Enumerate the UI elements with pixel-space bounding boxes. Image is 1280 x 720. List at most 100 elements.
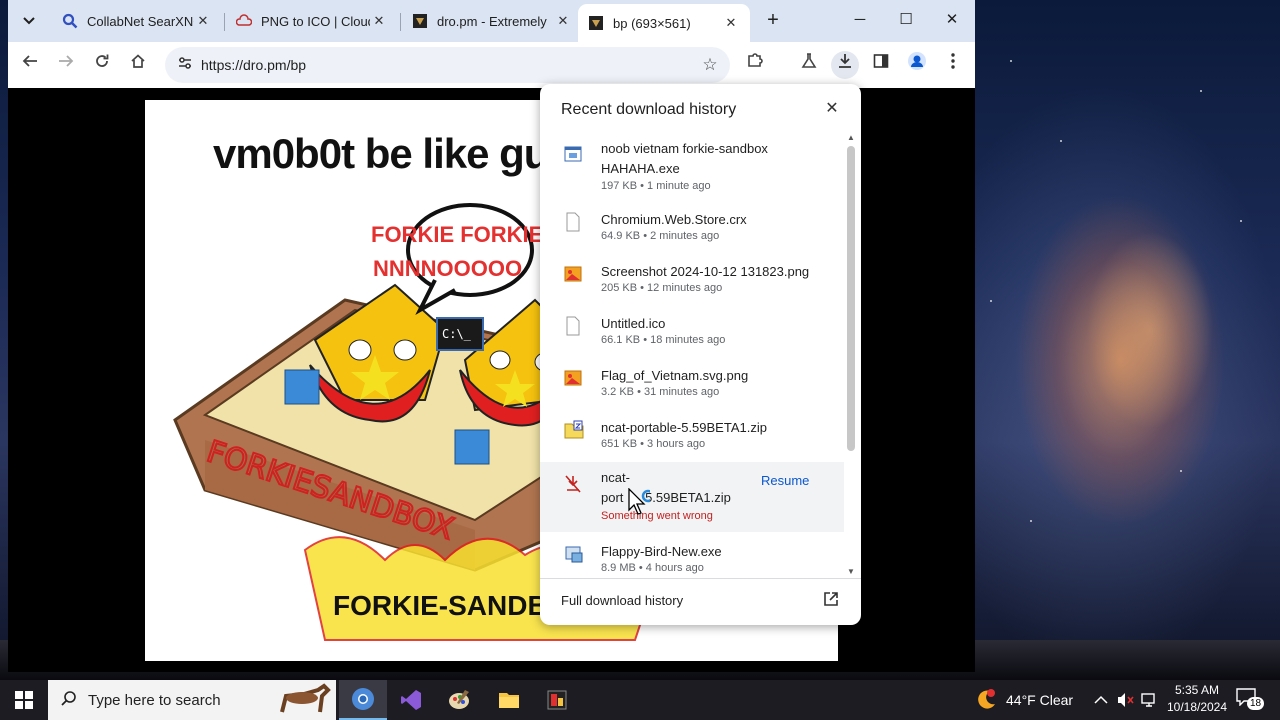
download-meta: 205 KB • 12 minutes ago <box>601 282 723 294</box>
download-meta: 64.9 KB • 2 minutes ago <box>601 230 720 242</box>
download-item[interactable]: Flag_of_Vietnam.svg.png 3.2 KB • 31 minu… <box>540 360 844 408</box>
taskbar-chrome[interactable] <box>339 680 387 720</box>
url-text[interactable]: https://dro.pm/bp <box>201 57 306 73</box>
full-history-label: Full download history <box>561 593 684 608</box>
visual-studio-icon <box>401 690 421 710</box>
flask-icon <box>801 53 817 68</box>
file-icon <box>566 316 580 336</box>
close-icon[interactable]: ✕ <box>821 98 843 120</box>
download-item[interactable]: Untitled.ico 66.1 KB • 18 minutes ago <box>540 308 844 356</box>
setup-exe-icon <box>565 546 583 563</box>
download-item[interactable]: noob vietnam forkie-sandbox HAHAHA.exe 1… <box>540 132 844 192</box>
volume-muted-icon[interactable] <box>1117 680 1135 720</box>
chevron-down-icon <box>23 17 35 25</box>
labs-button[interactable] <box>795 51 823 79</box>
tab-title: bp (693×561) <box>613 15 691 31</box>
minimize-button[interactable]: ─ <box>837 0 883 40</box>
exe-icon <box>564 146 582 162</box>
start-button[interactable] <box>0 680 48 720</box>
paint-icon <box>449 690 469 709</box>
taskbar-search[interactable]: Type here to search <box>48 680 336 720</box>
download-item[interactable]: Flappy-Bird-New.exe 8.9 MB • 4 hours ago <box>540 536 844 578</box>
taskbar-paint[interactable] <box>435 680 483 720</box>
download-filename: Screenshot 2024-10-12 131823.png <box>601 264 810 279</box>
address-bar[interactable]: https://dro.pm/bp ☆ <box>165 47 730 83</box>
full-history-link[interactable]: Full download history <box>540 578 861 625</box>
download-item[interactable]: Screenshot 2024-10-12 131823.png 205 KB … <box>540 256 844 304</box>
tab-title: dro.pm - Extremely <box>437 13 547 29</box>
weather-widget[interactable]: 44°F Clear <box>974 680 1073 720</box>
scrollbar[interactable]: ▲ ▼ <box>845 132 857 578</box>
close-icon[interactable]: ✕ <box>370 13 388 29</box>
home-button[interactable] <box>124 51 152 79</box>
reload-icon <box>96 54 109 67</box>
downloads-button[interactable] <box>831 51 859 79</box>
failed-download-icon <box>565 475 581 493</box>
reload-button[interactable] <box>88 51 116 79</box>
browser-window: CollabNet SearXNG ✕ PNG to ICO | Cloud ✕… <box>8 0 975 672</box>
profile-button[interactable] <box>903 51 931 79</box>
notification-center-button[interactable]: 18 <box>1236 688 1265 712</box>
download-item-failed[interactable]: ncat-port 5.59BETA1.zip Something went w… <box>540 462 844 532</box>
puzzle-icon <box>748 53 763 67</box>
chevron-up-icon <box>1094 695 1108 704</box>
close-icon[interactable]: ✕ <box>722 15 740 31</box>
scrollbar-thumb[interactable] <box>847 146 855 451</box>
weather-text: 44°F Clear <box>1006 692 1074 708</box>
meme-red-text-1: FORKIE FORKIE <box>371 222 544 247</box>
resume-button[interactable]: Resume <box>761 473 809 488</box>
menu-button[interactable] <box>939 51 967 79</box>
new-tab-button[interactable]: + <box>760 8 786 34</box>
download-filename: Flappy-Bird-New.exe <box>601 544 722 559</box>
download-meta: 651 KB • 3 hours ago <box>601 438 706 450</box>
avatar <box>908 52 926 70</box>
scroll-down-icon[interactable]: ▼ <box>845 566 857 578</box>
dro-icon <box>412 13 428 29</box>
cloud-icon <box>236 13 252 29</box>
tab-bp-image[interactable]: bp (693×561) ✕ <box>578 4 750 42</box>
image-icon <box>588 15 604 31</box>
tab-search-button[interactable] <box>16 8 42 34</box>
download-history-panel: Recent download history ✕ noob vietnam f… <box>540 84 861 625</box>
okapi-icon <box>280 683 331 713</box>
download-filename: noob vietnam forkie-sandbox HAHAHA.exe <box>601 141 768 176</box>
download-list: noob vietnam forkie-sandbox HAHAHA.exe 1… <box>540 132 844 578</box>
site-info-icon[interactable] <box>175 55 195 75</box>
notification-badge: 18 <box>1247 697 1265 710</box>
zip-icon <box>564 420 584 439</box>
search-icon <box>62 13 78 29</box>
close-icon[interactable]: ✕ <box>194 13 212 29</box>
more-vert-icon <box>951 53 955 69</box>
close-icon[interactable]: ✕ <box>554 13 572 29</box>
download-icon <box>839 54 851 68</box>
network-icon[interactable] <box>1141 680 1159 720</box>
show-hidden-icons[interactable] <box>1094 680 1108 720</box>
download-meta: 197 KB • 1 minute ago <box>601 180 711 192</box>
maximize-button[interactable]: ☐ <box>883 0 929 40</box>
tab-title: PNG to ICO | Cloud <box>261 13 370 29</box>
side-panel-button[interactable] <box>867 51 895 79</box>
meme-red-text-2: NNNNOOOOO <box>373 256 523 281</box>
image-file-icon <box>564 370 582 386</box>
download-item[interactable]: Chromium.Web.Store.crx 64.9 KB • 2 minut… <box>540 204 844 252</box>
download-meta: 66.1 KB • 18 minutes ago <box>601 334 726 346</box>
scroll-up-icon[interactable]: ▲ <box>845 132 857 144</box>
windows-logo-icon <box>15 691 33 709</box>
tab-strip: CollabNet SearXNG ✕ PNG to ICO | Cloud ✕… <box>8 0 975 42</box>
system-clock[interactable]: 5:35 AM 10/18/2024 <box>1160 682 1234 716</box>
file-icon <box>566 212 580 232</box>
taskbar-app[interactable] <box>533 680 581 720</box>
tab-dro-pm[interactable]: dro.pm - Extremely ✕ <box>402 6 582 36</box>
back-button[interactable] <box>16 51 44 79</box>
tab-searxng[interactable]: CollabNet SearXNG ✕ <box>52 6 222 36</box>
bookmark-star-icon[interactable]: ☆ <box>698 53 722 77</box>
extensions-button[interactable] <box>741 51 769 79</box>
download-item[interactable]: ncat-portable-5.59BETA1.zip 651 KB • 3 h… <box>540 412 844 460</box>
taskbar-visual-studio[interactable] <box>387 680 435 720</box>
tab-png-to-ico[interactable]: PNG to ICO | Cloud ✕ <box>226 6 398 36</box>
forward-button[interactable] <box>52 51 80 79</box>
close-window-button[interactable]: ✕ <box>929 0 975 40</box>
app-icon <box>547 690 567 710</box>
taskbar-file-explorer[interactable] <box>485 680 533 720</box>
download-filename: Chromium.Web.Store.crx <box>601 212 747 227</box>
